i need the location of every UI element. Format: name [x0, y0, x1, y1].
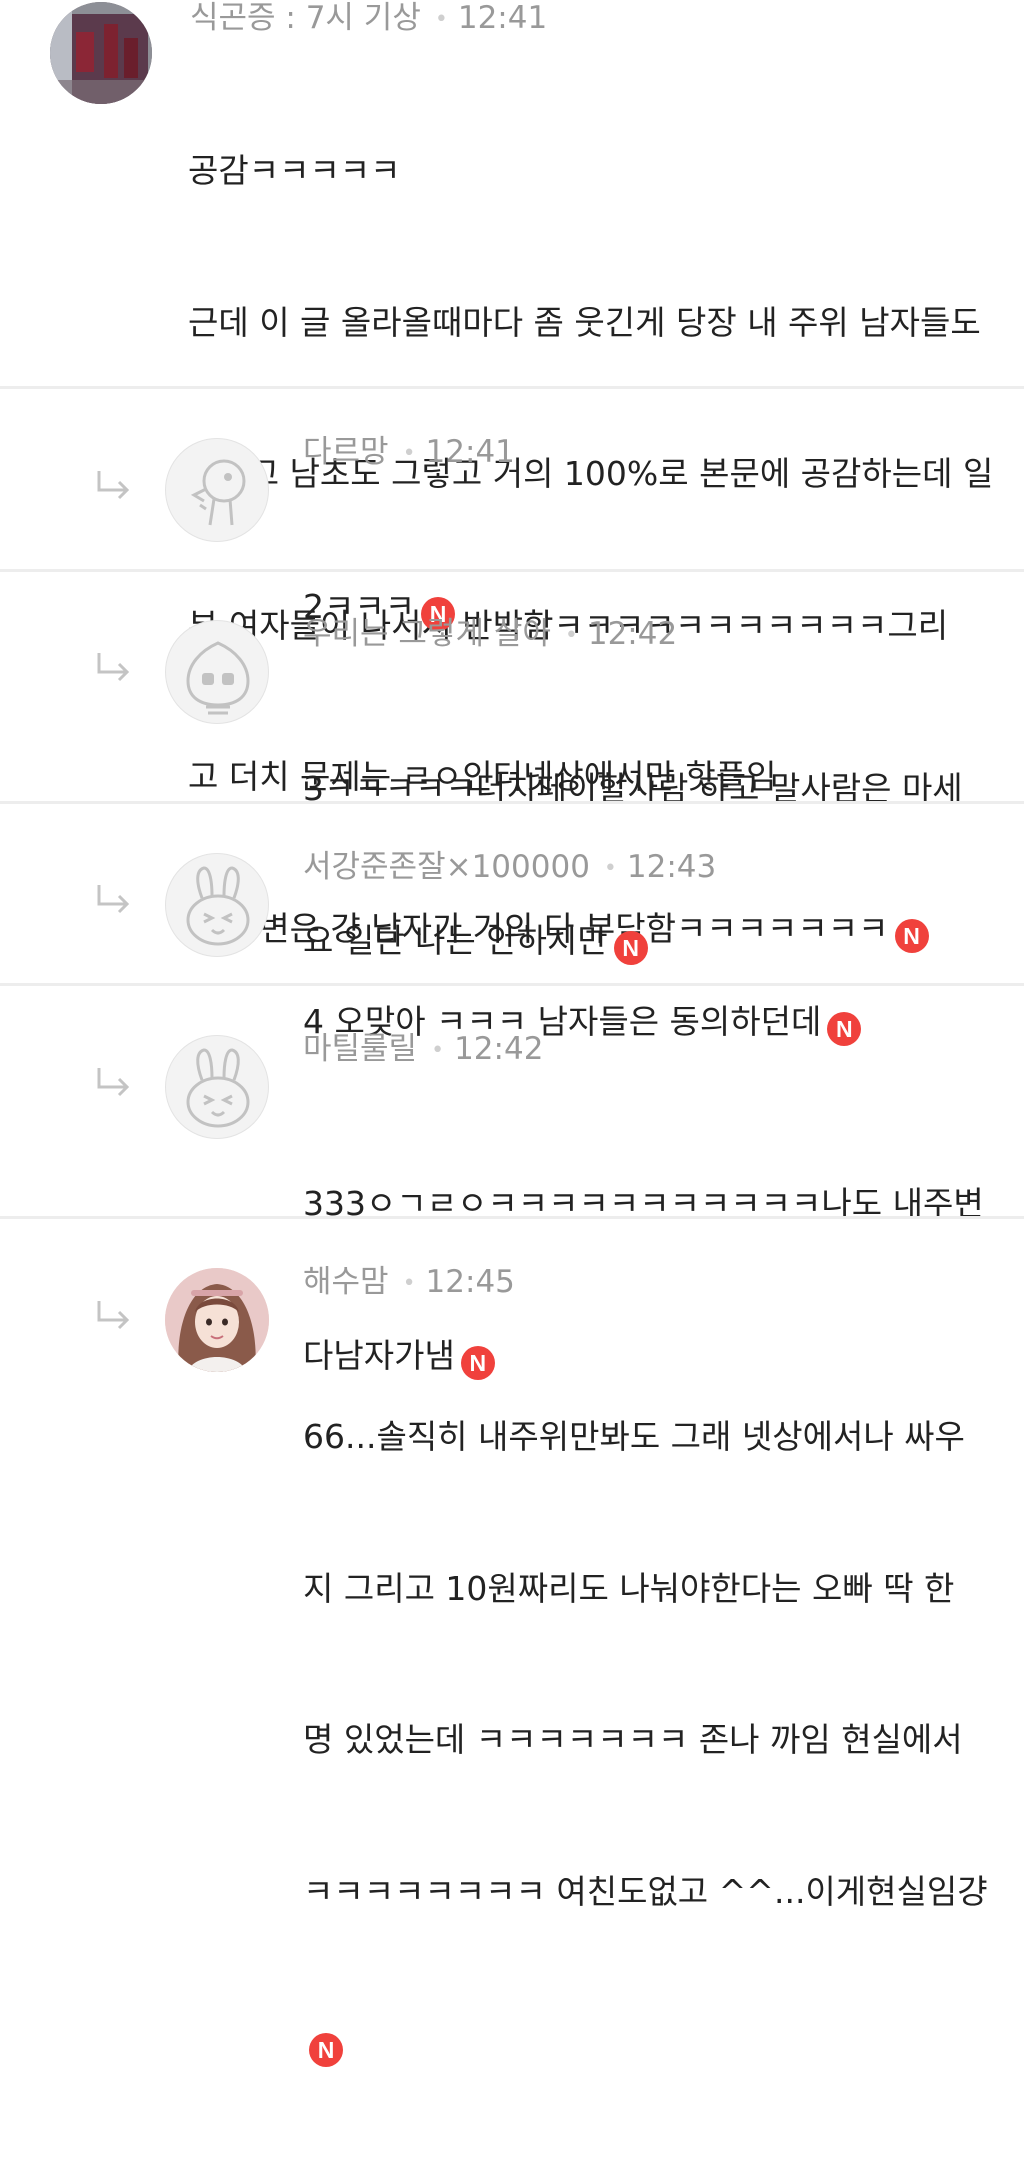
author-name[interactable]: 서강준존잘×100000	[303, 849, 590, 885]
comment-line: 근데 이 글 올라올때마다 좀 웃긴게 당장 내 주위 남자들도	[188, 302, 981, 342]
profile-photo-icon	[165, 1268, 269, 1372]
comment-divider	[0, 983, 1024, 986]
comment-line: 공감ㅋㅋㅋㅋㅋ	[188, 151, 401, 190]
author-name[interactable]: 해수맘	[303, 1264, 389, 1300]
timestamp: 12:43	[626, 849, 717, 885]
avatar[interactable]	[165, 438, 269, 542]
avatar[interactable]	[165, 1268, 269, 1372]
author-name[interactable]: 다르망	[303, 434, 389, 470]
comment-divider	[0, 386, 1024, 389]
separator-dot: •	[434, 6, 448, 32]
reply-arrow-icon	[97, 885, 130, 914]
author-name[interactable]: 마틸룰릴	[303, 1031, 417, 1067]
comment-line: 3ㅋㅋㅋㅋㅋ더치페이할사람 하고 말사람은 마세	[303, 769, 963, 808]
separator-dot: •	[402, 440, 416, 466]
timestamp: 12:41	[457, 0, 548, 36]
separator-dot: •	[431, 1037, 445, 1063]
reply-arrow-icon	[97, 1068, 130, 1097]
avatar[interactable]	[165, 1035, 269, 1139]
comment-divider	[0, 1216, 1024, 1219]
new-badge: N	[309, 2033, 343, 2067]
comment-meta: 서강준존잘×100000 • 12:43	[303, 847, 716, 889]
comment-divider	[0, 569, 1024, 572]
timestamp: 12:42	[587, 616, 678, 652]
bunny-avatar-icon	[186, 1048, 250, 1128]
author-name[interactable]: 식곤증 : 7시 기상	[190, 0, 421, 36]
comment-meta: 식곤증 : 7시 기상 • 12:41	[190, 0, 547, 40]
character-avatar-icon	[186, 641, 250, 715]
bunny-avatar-icon	[186, 866, 250, 946]
comment-line: N	[303, 2018, 988, 2069]
timestamp: 12:42	[454, 1031, 544, 1067]
avatar[interactable]	[50, 2, 152, 104]
comment-line: 333ㅇㄱㄹㅇㅋㅋㅋㅋㅋㅋㅋㅋㅋㅋㅋ나도 내주변	[303, 1184, 984, 1223]
separator-dot: •	[402, 1270, 416, 1296]
comment-line: 지 그리고 10원짜리도 나눠야한다는 오빠 딱 한	[303, 1568, 955, 1608]
separator-dot: •	[603, 855, 617, 881]
comment-text: 66...솔직히 내주위만봐도 그래 넷상에서나 싸우 지 그리고 10원짜리도…	[303, 1311, 988, 2170]
comment-meta: 우리는 그렇게 살아 • 12:42	[303, 614, 677, 656]
comment-meta: 해수맘 • 12:45	[303, 1262, 515, 1304]
reply-arrow-icon	[97, 471, 130, 500]
avatar-photo-icon	[50, 2, 152, 104]
comment-line: 66...솔직히 내주위만봐도 그래 넷상에서나 싸우	[303, 1417, 965, 1456]
comment-meta: 다르망 • 12:41	[303, 432, 515, 474]
avatar[interactable]	[165, 620, 269, 724]
timestamp: 12:41	[425, 434, 515, 470]
author-name[interactable]: 우리는 그렇게 살아	[303, 616, 551, 652]
new-badge: N	[827, 1012, 862, 1046]
avatar[interactable]	[165, 853, 269, 957]
character-avatar-icon	[190, 459, 246, 526]
comment-line: ㅋㅋㅋㅋㅋㅋㅋㅋ 여친도없고 ^^...이게현실임걍	[303, 1871, 988, 1911]
comment-divider	[0, 801, 1024, 804]
comment-meta: 마틸룰릴 • 12:42	[303, 1029, 543, 1071]
reply-arrow-icon	[97, 1301, 130, 1330]
comment-line: 명 있었는데 ㅋㅋㅋㅋㅋㅋㅋ 존나 까임 현실에서	[303, 1720, 963, 1759]
reply-arrow-icon	[97, 653, 130, 682]
separator-dot: •	[564, 622, 578, 648]
timestamp: 12:45	[425, 1264, 515, 1300]
